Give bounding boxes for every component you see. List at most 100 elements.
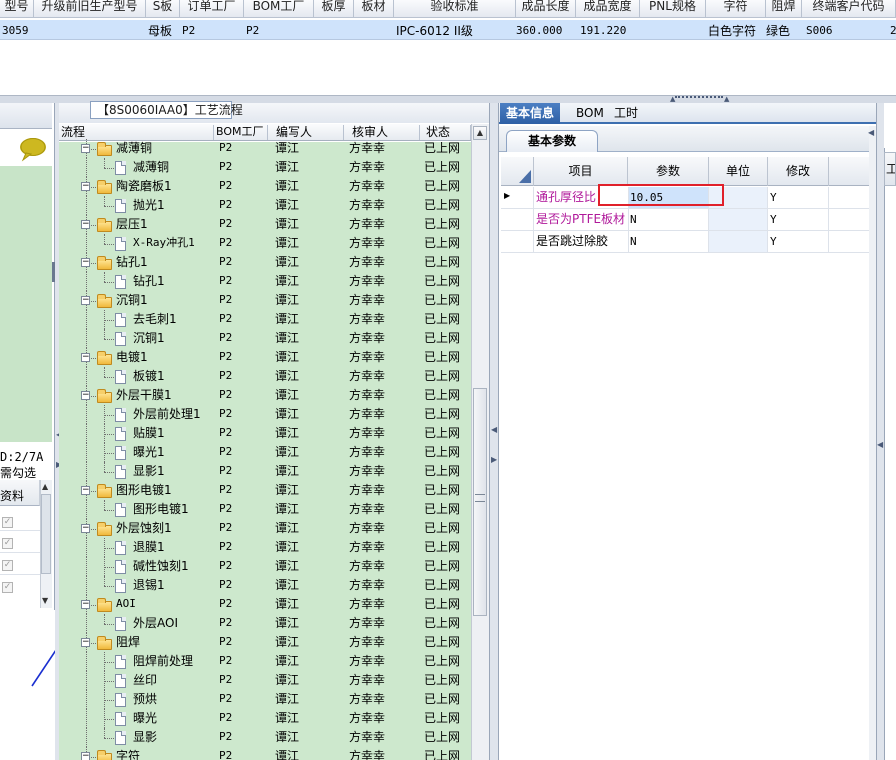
col-header-length[interactable]: 成品长度: [516, 0, 576, 18]
left-row-checkbox[interactable]: ✓: [2, 517, 13, 528]
col-header-bom-factory[interactable]: BOM工厂: [244, 0, 314, 18]
col-header-order-factory[interactable]: 订单工厂: [180, 0, 244, 18]
tree-node-row[interactable]: − 外层蚀刻1 P2 谭江 方幸幸 已上网: [59, 519, 471, 538]
param-value-input[interactable]: N: [629, 209, 709, 230]
far-right-panel-header[interactable]: 工: [884, 152, 896, 186]
col-header-customer-code[interactable]: 终端客户代码: [802, 0, 896, 18]
collapse-node-icon[interactable]: −: [81, 638, 90, 647]
col-header-reviewer[interactable]: 核审人: [344, 125, 420, 140]
tree-leaf-row[interactable]: 阻焊前处理 P2 谭江 方幸幸 已上网: [59, 652, 471, 671]
col-header-modify[interactable]: 修改: [768, 157, 829, 186]
collapse-node-icon[interactable]: −: [81, 182, 90, 191]
tree-leaf-row[interactable]: 外层前处理1 P2 谭江 方幸幸 已上网: [59, 405, 471, 424]
collapse-arrow-icon[interactable]: ◀: [491, 425, 497, 434]
collapse-node-icon[interactable]: −: [81, 258, 90, 267]
tab-work-hours[interactable]: 工时: [608, 103, 644, 124]
col-header-model[interactable]: 型号: [0, 0, 34, 18]
collapse-right-icon[interactable]: ▲: [724, 95, 729, 103]
tab-basic-info[interactable]: 基本信息: [500, 103, 561, 124]
process-tree-scroll-thumb[interactable]: [473, 388, 487, 616]
collapse-node-icon[interactable]: −: [81, 524, 90, 533]
col-header-pnl[interactable]: PNL规格: [640, 0, 706, 18]
col-header-unit[interactable]: 单位: [709, 157, 768, 186]
tree-leaf-row[interactable]: X-Ray冲孔1 P2 谭江 方幸幸 已上网: [59, 234, 471, 253]
tree-leaf-row[interactable]: 贴膜1 P2 谭江 方幸幸 已上网: [59, 424, 471, 443]
left-grid-scroll-thumb[interactable]: [41, 494, 51, 574]
tree-leaf-row[interactable]: 抛光1 P2 谭江 方幸幸 已上网: [59, 196, 471, 215]
tree-node-row[interactable]: − AOI P2 谭江 方幸幸 已上网: [59, 595, 471, 614]
tree-leaf-row[interactable]: 曝光 P2 谭江 方幸幸 已上网: [59, 709, 471, 728]
tree-leaf-row[interactable]: 钻孔1 P2 谭江 方幸幸 已上网: [59, 272, 471, 291]
collapse-node-icon[interactable]: −: [81, 220, 90, 229]
tree-node-row[interactable]: − 电镀1 P2 谭江 方幸幸 已上网: [59, 348, 471, 367]
panel-expand-icon[interactable]: ◀: [868, 128, 874, 137]
folder-icon: [97, 750, 112, 760]
tree-leaf-row[interactable]: 沉铜1 P2 谭江 方幸幸 已上网: [59, 329, 471, 348]
col-header-material[interactable]: 板材: [354, 0, 394, 18]
tree-leaf-row[interactable]: 碱性蚀刻1 P2 谭江 方幸幸 已上网: [59, 557, 471, 576]
col-header-char[interactable]: 字符: [706, 0, 766, 18]
col-header-flow[interactable]: 流程: [59, 125, 214, 140]
collapse-node-icon[interactable]: −: [81, 353, 90, 362]
tree-leaf-row[interactable]: 曝光1 P2 谭江 方幸幸 已上网: [59, 443, 471, 462]
tree-leaf-row[interactable]: 丝印 P2 谭江 方幸幸 已上网: [59, 671, 471, 690]
collapse-node-icon[interactable]: −: [81, 600, 90, 609]
col-header-acceptance[interactable]: 验收标准: [394, 0, 516, 18]
expand-arrow-icon[interactable]: ▶: [491, 455, 497, 464]
tree-node-row[interactable]: − 沉铜1 P2 谭江 方幸幸 已上网: [59, 291, 471, 310]
tree-node-row[interactable]: − 层压1 P2 谭江 方幸幸 已上网: [59, 215, 471, 234]
tree-leaf-row[interactable]: 显影 P2 谭江 方幸幸 已上网: [59, 728, 471, 747]
collapse-node-icon[interactable]: −: [81, 296, 90, 305]
collapse-node-icon[interactable]: −: [81, 486, 90, 495]
col-header-s-board[interactable]: S板: [146, 0, 180, 18]
tree-leaf-row[interactable]: 图形电镀1 P2 谭江 方幸幸 已上网: [59, 500, 471, 519]
left-row-checkbox[interactable]: ✓: [2, 582, 13, 593]
col-header-status[interactable]: 状态: [420, 125, 471, 140]
tree-leaf-row[interactable]: 退膜1 P2 谭江 方幸幸 已上网: [59, 538, 471, 557]
col-header-old-model[interactable]: 升级前旧生产型号: [34, 0, 146, 18]
tree-leaf-row[interactable]: 去毛刺1 P2 谭江 方幸幸 已上网: [59, 310, 471, 329]
scroll-down-icon[interactable]: ▼: [42, 596, 48, 605]
col-header-item[interactable]: 项目: [534, 157, 628, 186]
param-row[interactable]: 是否为PTFE板材 N Y: [501, 209, 875, 231]
subtab-basic-params[interactable]: 基本参数: [506, 130, 598, 152]
tree-node-row[interactable]: − 图形电镀1 P2 谭江 方幸幸 已上网: [59, 481, 471, 500]
col-header-solder-mask[interactable]: 阻焊: [766, 0, 802, 18]
left-row-checkbox[interactable]: ✓: [2, 538, 13, 549]
collapse-node-icon[interactable]: −: [81, 752, 90, 760]
tree-leaf-row[interactable]: 减薄铜 P2 谭江 方幸幸 已上网: [59, 158, 471, 177]
process-name: 外层前处理1: [133, 407, 201, 421]
tree-node-row[interactable]: − 减薄铜 P2 谭江 方幸幸 已上网: [59, 139, 471, 158]
process-flow-title[interactable]: 【8S0060IAA0】工艺流程: [90, 101, 243, 119]
tab-bom[interactable]: BOM: [570, 103, 610, 124]
tree-node-row[interactable]: − 外层干膜1 P2 谭江 方幸幸 已上网: [59, 386, 471, 405]
tree-node-row[interactable]: − 陶瓷磨板1 P2 谭江 方幸幸 已上网: [59, 177, 471, 196]
col-header-writer[interactable]: 编写人: [268, 125, 344, 140]
tree-leaf-row[interactable]: 外层AOI P2 谭江 方幸幸 已上网: [59, 614, 471, 633]
tree-leaf-row[interactable]: 预烘 P2 谭江 方幸幸 已上网: [59, 690, 471, 709]
collapse-node-icon[interactable]: −: [81, 391, 90, 400]
left-grid-col-header[interactable]: 资料: [0, 487, 24, 504]
chat-bubble-icon[interactable]: [20, 138, 46, 162]
left-row-checkbox[interactable]: ✓: [2, 560, 13, 571]
collapse-left-icon[interactable]: ▲: [670, 95, 675, 103]
col-header-thickness[interactable]: 板厚: [314, 0, 354, 18]
col-header-width[interactable]: 成品宽度: [576, 0, 640, 18]
tree-node-row[interactable]: − 字符 P2 谭江 方幸幸 已上网: [59, 747, 471, 760]
collapse-arrow-icon[interactable]: ◀: [877, 440, 883, 449]
tree-leaf-row[interactable]: 退锡1 P2 谭江 方幸幸 已上网: [59, 576, 471, 595]
scroll-up-icon[interactable]: ▲: [42, 482, 48, 491]
tree-node-row[interactable]: − 阻焊 P2 谭江 方幸幸 已上网: [59, 633, 471, 652]
detail-scrollbar[interactable]: [869, 126, 876, 760]
tree-leaf-row[interactable]: 板镀1 P2 谭江 方幸幸 已上网: [59, 367, 471, 386]
collapse-node-icon[interactable]: −: [81, 144, 90, 153]
tree-leaf-row[interactable]: 显影1 P2 谭江 方幸幸 已上网: [59, 462, 471, 481]
splitter-grip-icon[interactable]: [675, 96, 723, 100]
param-value-input[interactable]: N: [629, 231, 709, 252]
col-header-param[interactable]: 参数: [628, 157, 709, 186]
right-splitter[interactable]: [876, 103, 884, 760]
param-row[interactable]: 是否跳过除胶 N Y: [501, 231, 875, 253]
col-header-bom-factory-2[interactable]: BOM工厂: [214, 125, 268, 140]
tree-node-row[interactable]: − 钻孔1 P2 谭江 方幸幸 已上网: [59, 253, 471, 272]
scroll-up-icon[interactable]: ▲: [473, 126, 487, 140]
